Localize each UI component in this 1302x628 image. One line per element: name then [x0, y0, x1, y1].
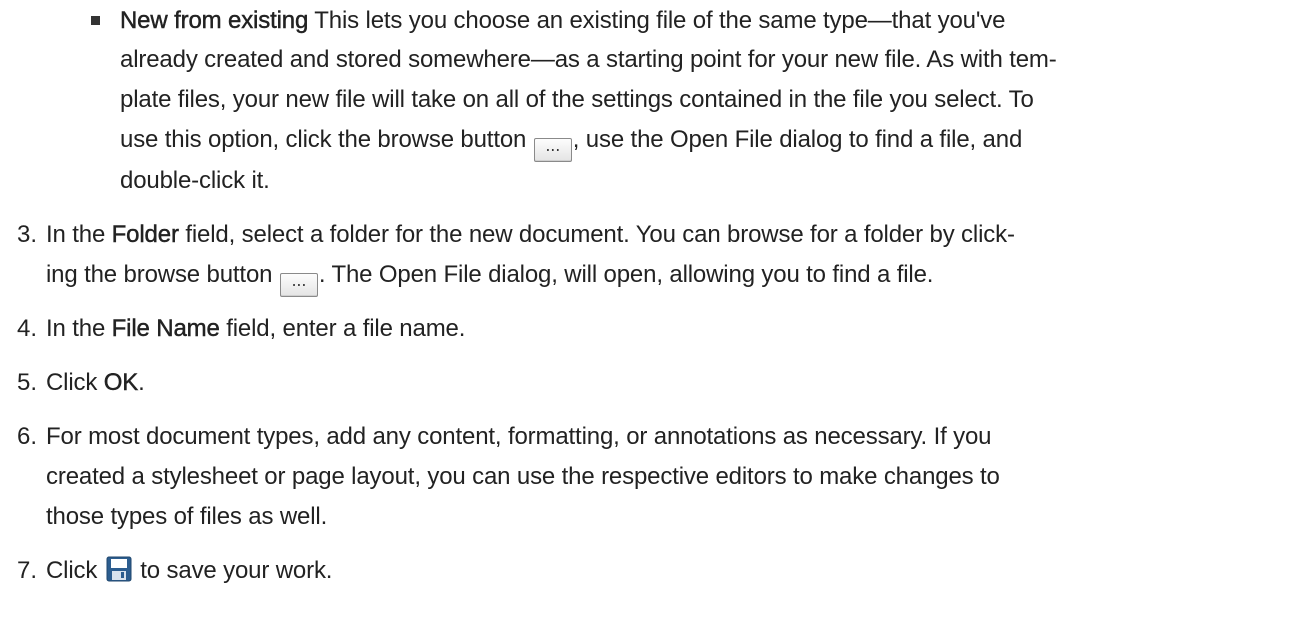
list-bullet — [91, 16, 100, 25]
existing-line-3: plate files, your new file will take on … — [120, 86, 1034, 113]
step-number: 5. — [17, 369, 38, 396]
step-3-line-2: ing the browse button .... The Open File… — [46, 257, 933, 297]
existing-title: New from existing — [120, 7, 309, 34]
save-icon[interactable] — [106, 556, 132, 582]
step-text: to save your work. — [133, 557, 333, 584]
existing-line-4: use this option, click the browse button… — [120, 122, 1022, 162]
existing-line-2: already created and stored somewhere—as … — [120, 46, 1057, 73]
step-6-line-1: For most document types, add any content… — [46, 423, 992, 450]
step-text: . — [138, 369, 145, 396]
step-text: field, select a folder for the new docum… — [178, 221, 1015, 248]
browse-button[interactable]: ... — [533, 138, 572, 162]
step-7-line: Click to save your work. — [46, 553, 332, 589]
step-text: field, enter a file name. — [219, 315, 466, 342]
step-number: 6. — [17, 423, 38, 450]
step-number: 4. — [17, 315, 38, 342]
step-5-line: Click OK. — [46, 365, 145, 401]
step-3-line-1: In the Folder field, select a folder for… — [46, 217, 1015, 253]
step-text: Click — [46, 369, 104, 396]
step-text: In the — [46, 315, 112, 342]
step-4-line: In the File Name field, enter a file nam… — [46, 311, 465, 347]
step-text: . The Open File dialog, will open, allow… — [318, 261, 934, 288]
step-text: In the — [46, 221, 112, 248]
existing-line-5: double-click it. — [120, 167, 270, 194]
folder-field-label: Folder — [111, 221, 179, 248]
browse-button[interactable]: ... — [279, 273, 318, 297]
ok-label: OK — [103, 369, 139, 396]
existing-text: , use the Open File dialog to find a fil… — [572, 126, 1023, 153]
step-number: 3. — [17, 221, 38, 248]
existing-text: This lets you choose an existing file of… — [308, 7, 1006, 34]
existing-text: use this option, click the browse button — [120, 126, 533, 153]
existing-line-1: New from existing This lets you choose a… — [120, 3, 1006, 39]
file-name-field-label: File Name — [111, 315, 220, 342]
step-6-line-3: those types of files as well. — [46, 503, 328, 530]
step-text: ing the browse button — [46, 261, 279, 288]
step-text: Click — [46, 557, 104, 584]
step-6-line-2: created a stylesheet or page layout, you… — [46, 463, 1000, 490]
step-number: 7. — [17, 557, 38, 584]
